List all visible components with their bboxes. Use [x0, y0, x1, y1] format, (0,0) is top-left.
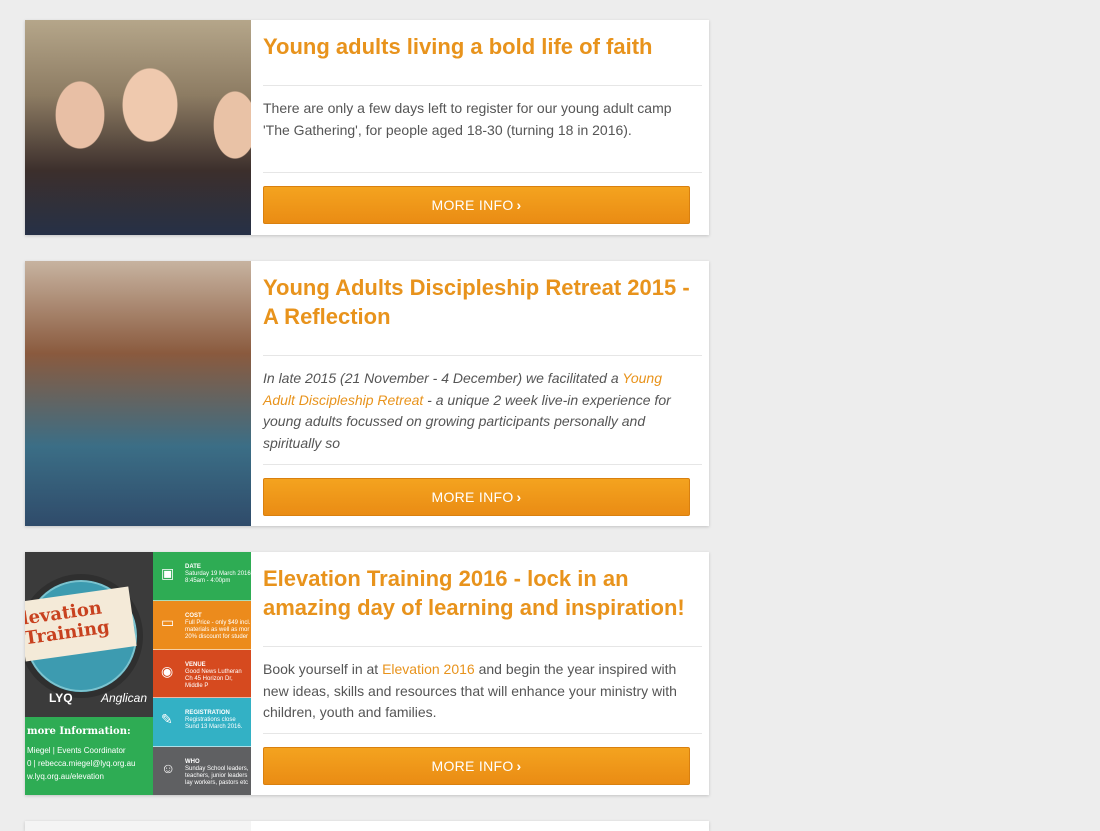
card-image[interactable] [25, 821, 251, 831]
divider [263, 733, 702, 734]
card-excerpt: Book yourself in at Elevation 2016 and b… [263, 647, 702, 733]
strip-label: WHO [185, 759, 200, 766]
poster-contact: more Information: Miegel | Events Coordi… [25, 717, 153, 795]
card-title[interactable]: Young Adults Discipleship Retreat 2015 -… [263, 261, 702, 355]
chevron-right-icon: › [516, 758, 522, 774]
poster-more-info: more Information: [27, 726, 131, 737]
more-info-label: MORE INFO [431, 197, 514, 213]
strip-label: DATE [185, 564, 201, 570]
poster-strip-cost: ▭ COST Full Price - only $49 incl. mater… [153, 600, 251, 650]
more-info-button[interactable]: MORE INFO › [263, 747, 690, 785]
calendar-icon: ▣ [161, 565, 175, 581]
strip-text: Sunday School leaders, teachers, junior … [185, 766, 249, 787]
chevron-right-icon: › [516, 489, 522, 505]
people-icon: ☺ [161, 760, 176, 777]
chevron-right-icon: › [516, 197, 522, 213]
poster-strip-registration: ✎ REGISTRATION Registrations close Sund … [153, 698, 251, 748]
more-info-button[interactable]: MORE INFO › [263, 186, 690, 224]
news-card-partial [25, 821, 709, 831]
anglican-logo: Anglican [101, 691, 148, 705]
excerpt-text: In late 2015 (21 November - 4 December) … [263, 370, 623, 386]
news-card: levation Training LYQ Anglican more Info… [25, 552, 709, 795]
more-info-label: MORE INFO [431, 489, 514, 505]
poster-details: ▣ DATE Saturday 19 March 2016 8:45am - 4… [153, 552, 251, 795]
card-image[interactable] [25, 261, 251, 526]
card-content: Young adults living a bold life of faith… [251, 20, 709, 235]
excerpt-link[interactable]: Elevation 2016 [382, 661, 475, 677]
poster-strip-who: ☺ WHO Sunday School leaders, teachers, j… [153, 747, 251, 795]
news-card: Young Adults Discipleship Retreat 2015 -… [25, 261, 709, 526]
group-selfie-photo [25, 261, 251, 526]
strip-text: Registrations close Sund 13 March 2016. [185, 717, 243, 731]
poster-contact-line: 0 | rebecca.miegel@lyq.org.au [27, 759, 136, 768]
card-excerpt: In late 2015 (21 November - 4 December) … [263, 356, 702, 464]
strip-label: REGISTRATION [185, 710, 230, 717]
strip-label: COST [185, 612, 202, 619]
card-content: Elevation Training 2016 - lock in an ama… [251, 552, 709, 795]
card-image[interactable] [25, 20, 251, 235]
strip-text: Saturday 19 March 2016 8:45am - 4:00pm [185, 571, 251, 584]
card-image[interactable]: levation Training LYQ Anglican more Info… [25, 552, 251, 795]
young-adults-photo [25, 20, 251, 235]
poster-contact-line: Miegel | Events Coordinator [27, 746, 126, 755]
strip-text: Full Price - only $49 incl. materials as… [185, 619, 251, 640]
elevation-poster: levation Training LYQ Anglican more Info… [25, 552, 251, 795]
more-info-label: MORE INFO [431, 758, 514, 774]
poster-strip-date: ▣ DATE Saturday 19 March 2016 8:45am - 4… [153, 552, 251, 601]
divider [263, 464, 702, 465]
card-title[interactable]: Elevation Training 2016 - lock in an ama… [263, 552, 702, 646]
card-icon: ▭ [161, 613, 175, 630]
more-info-button[interactable]: MORE INFO › [263, 478, 690, 516]
card-title[interactable]: Young adults living a bold life of faith [263, 20, 702, 85]
strip-text: Good News Lutheran Ch 45 Horizon Dr, Mid… [185, 668, 242, 689]
divider [263, 172, 702, 173]
pencil-icon: ✎ [161, 711, 173, 728]
poster-strip-venue: ◉ VENUE Good News Lutheran Ch 45 Horizon… [153, 649, 251, 699]
lyq-logo: LYQ [49, 691, 73, 705]
strip-label: VENUE [185, 661, 206, 668]
poster-contact-line: w.lyq.org.au/elevation [27, 772, 104, 781]
map-pin-icon: ◉ [161, 662, 174, 679]
excerpt-text: Book yourself in at [263, 661, 383, 677]
card-content: Young Adults Discipleship Retreat 2015 -… [251, 261, 709, 526]
card-excerpt: There are only a few days left to regist… [263, 100, 672, 138]
poster-left: levation Training LYQ Anglican more Info… [25, 552, 153, 795]
news-card: Young adults living a bold life of faith… [25, 20, 709, 235]
